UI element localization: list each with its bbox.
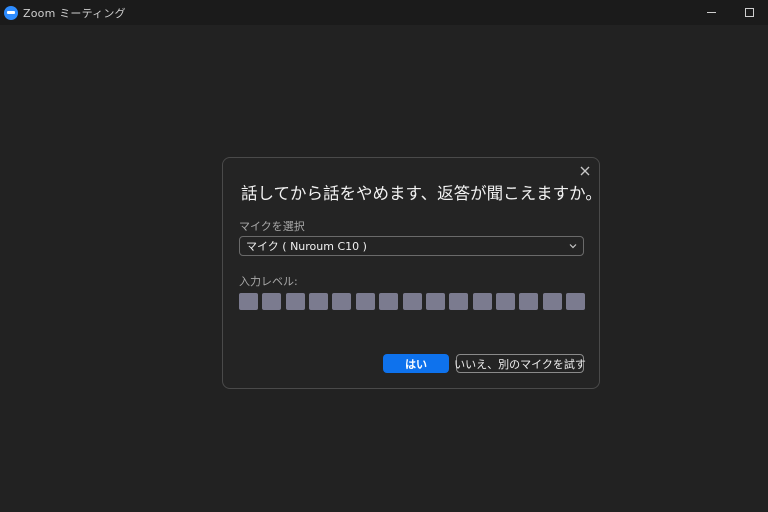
zoom-meeting-window: Zoom ミーティング 話してから話をやめます、返答が聞こえますか。 マイクを選… [0, 0, 768, 512]
level-segment [425, 293, 445, 310]
mic-test-dialog: 話してから話をやめます、返答が聞こえますか。 マイクを選択 マイク ( Nuro… [222, 157, 602, 389]
window-title: Zoom ミーティング [23, 6, 126, 20]
level-segment [402, 293, 422, 310]
level-segment [355, 293, 375, 310]
yes-button[interactable]: はい [383, 354, 449, 373]
level-segment [239, 293, 258, 310]
close-icon [580, 166, 590, 176]
level-segment [519, 293, 539, 310]
level-segment [542, 293, 562, 310]
title-bar: Zoom ミーティング [0, 0, 768, 25]
input-level-label: 入力レベル: [239, 275, 298, 288]
level-segment [309, 293, 329, 310]
dialog-title: 話してから話をやめます、返答が聞こえますか。 [241, 184, 602, 203]
level-segment [379, 293, 399, 310]
level-segment [495, 293, 515, 310]
level-segment [332, 293, 352, 310]
chevron-down-icon [569, 244, 577, 249]
level-segment [262, 293, 282, 310]
level-segment [566, 293, 585, 310]
level-segment [472, 293, 492, 310]
input-level-meter [239, 293, 585, 310]
close-button[interactable] [577, 163, 593, 179]
maximize-icon [744, 8, 754, 17]
mic-select-label: マイクを選択 [239, 220, 305, 233]
window-controls [692, 0, 768, 25]
level-segment [285, 293, 305, 310]
level-segment [449, 293, 469, 310]
zoom-logo-icon [4, 5, 18, 20]
mic-select-dropdown[interactable]: マイク ( Nuroum C10 ) [239, 236, 584, 256]
mic-select-value: マイク ( Nuroum C10 ) [246, 240, 367, 253]
minimize-icon [706, 12, 716, 13]
try-another-mic-button[interactable]: いいえ、別のマイクを試す [454, 354, 586, 373]
maximize-button[interactable] [730, 0, 768, 25]
minimize-button[interactable] [692, 0, 730, 25]
